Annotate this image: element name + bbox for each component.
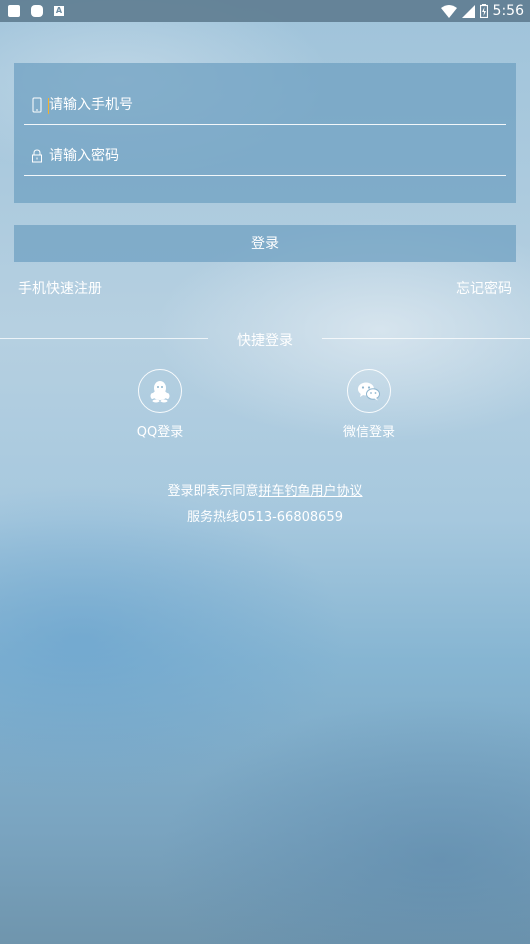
phone-icon — [32, 97, 42, 113]
notification-icon — [8, 5, 20, 17]
password-input[interactable] — [49, 139, 499, 173]
app-notification-icon — [31, 5, 43, 17]
quick-login-title: 快捷登录 — [237, 333, 293, 349]
signal-icon — [461, 4, 475, 18]
qq-login-button[interactable]: QQ登录 — [115, 369, 205, 440]
agreement-prefix: 登录即表示同意 — [167, 484, 259, 499]
lock-icon — [32, 149, 42, 163]
divider-left — [0, 338, 208, 339]
notification-badge-icon: A — [54, 6, 64, 16]
qq-icon-circle[interactable] — [138, 369, 182, 413]
battery-icon — [479, 4, 488, 18]
register-link[interactable]: 手机快速注册 — [18, 278, 102, 298]
agreement-text: 登录即表示同意拼车钓鱼用户协议 — [0, 480, 530, 499]
phone-field[interactable] — [24, 88, 506, 125]
status-bar: A 5:56 — [0, 0, 530, 22]
qq-login-label: QQ登录 — [136, 425, 184, 440]
wechat-icon-circle[interactable] — [347, 369, 391, 413]
user-agreement-link[interactable]: 拼车钓鱼用户协议 — [259, 484, 363, 499]
divider-right — [322, 338, 530, 339]
service-hotline: 服务热线0513-66808659 — [187, 510, 343, 525]
forgot-password-link[interactable]: 忘记密码 — [456, 278, 512, 298]
qq-icon — [150, 381, 170, 403]
wifi-icon — [440, 4, 457, 18]
wechat-icon — [358, 382, 380, 401]
login-form — [14, 63, 516, 203]
password-field[interactable] — [24, 139, 506, 176]
login-button[interactable]: 登录 — [14, 225, 516, 262]
wechat-login-button[interactable]: 微信登录 — [324, 369, 414, 440]
wechat-login-label: 微信登录 — [342, 425, 395, 440]
phone-input[interactable] — [49, 88, 499, 122]
clock: 5:56 — [492, 3, 524, 19]
